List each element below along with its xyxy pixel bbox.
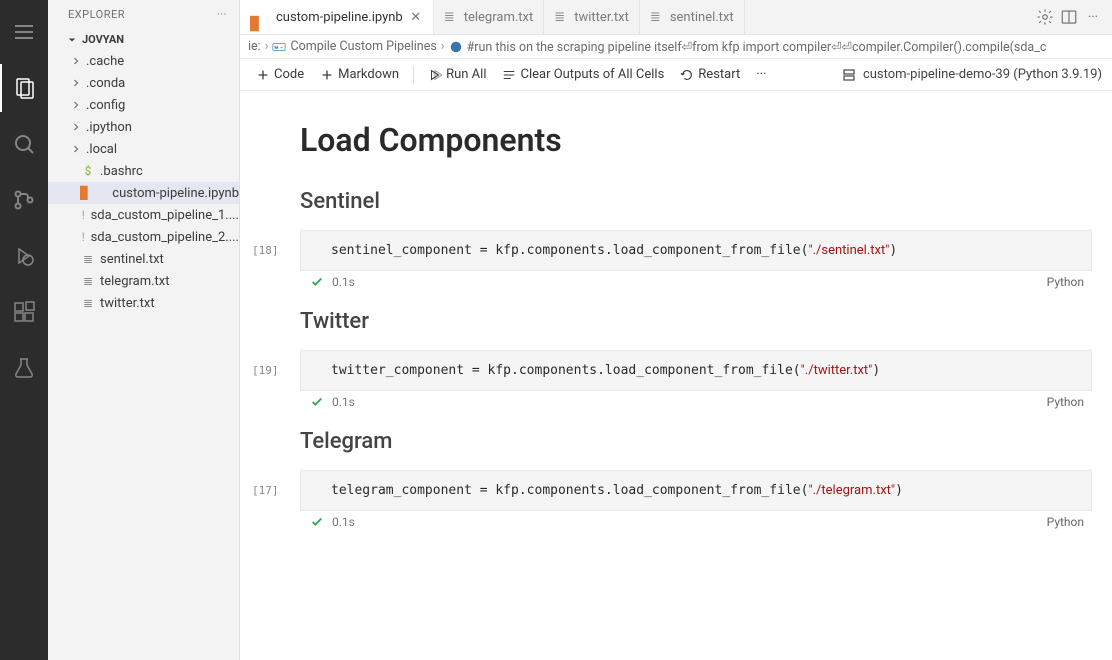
file-item[interactable]: ≣sentinel.txt (48, 248, 239, 270)
close-icon[interactable]: ✕ (409, 10, 423, 24)
file-label: sda_custom_pipeline_2.... (91, 230, 239, 245)
gear-icon[interactable] (1036, 8, 1054, 26)
code-block[interactable]: twitter_component = kfp.components.load_… (300, 350, 1092, 391)
cell-footer: 0.1s Python (300, 391, 1092, 409)
kernel-label: custom-pipeline-demo-39 (Python 3.9.19) (863, 67, 1102, 82)
cell-time: 0.1s (332, 275, 355, 289)
sidebar-section[interactable]: JOVYAN (48, 29, 239, 50)
main: ▉custom-pipeline.ipynb✕≣telegram.txt≣twi… (240, 0, 1112, 660)
toolbar-more-button[interactable]: ··· (750, 65, 772, 84)
split-icon[interactable] (1060, 8, 1078, 26)
file-label: .ipython (86, 120, 132, 135)
heading-1: Load Components (300, 121, 1092, 159)
server-icon (841, 67, 857, 83)
cell-lang: Python (1047, 395, 1084, 409)
clear-outputs-button[interactable]: Clear Outputs of All Cells (496, 65, 670, 84)
sidebar-header: EXPLORER ··· (48, 0, 239, 29)
cell-lang: Python (1047, 275, 1084, 289)
check-icon (310, 395, 324, 409)
folder-item[interactable]: .cache (48, 50, 239, 72)
code-cell[interactable]: [19]twitter_component = kfp.components.l… (300, 350, 1092, 409)
file-item[interactable]: !sda_custom_pipeline_2.... (48, 226, 239, 248)
folder-item[interactable]: .ipython (48, 116, 239, 138)
code-block[interactable]: sentinel_component = kfp.components.load… (300, 230, 1092, 271)
file-item[interactable]: ≣telegram.txt (48, 270, 239, 292)
tabs: ▉custom-pipeline.ipynb✕≣telegram.txt≣twi… (240, 0, 1112, 35)
file-item[interactable]: ≣twitter.txt (48, 292, 239, 314)
more-icon[interactable]: ··· (1084, 8, 1102, 26)
cell-index: [19] (252, 364, 279, 377)
activity-bar (0, 0, 48, 660)
tab[interactable]: ▉custom-pipeline.ipynb✕ (240, 0, 434, 34)
file-label: .cache (86, 54, 124, 69)
heading-2: Twitter (300, 309, 1092, 334)
folder-item[interactable]: .config (48, 94, 239, 116)
run-all-button[interactable]: Run All (422, 65, 492, 84)
sidebar-title: EXPLORER (68, 8, 125, 21)
sidebar: EXPLORER ··· JOVYAN .cache .conda .config.… (48, 0, 240, 660)
search-icon[interactable] (0, 120, 48, 168)
code-cell[interactable]: [17]telegram_component = kfp.components.… (300, 470, 1092, 529)
tab-label: custom-pipeline.ipynb (276, 10, 403, 25)
notebook-body: Load Components Sentinel[18]sentinel_com… (240, 91, 1112, 660)
check-icon (310, 515, 324, 529)
heading-2: Telegram (300, 429, 1092, 454)
divider (413, 66, 414, 84)
cell-lang: Python (1047, 515, 1084, 529)
file-label: .config (86, 98, 125, 113)
file-label: twitter.txt (100, 296, 155, 311)
file-item[interactable]: $.bashrc (48, 160, 239, 182)
tabs-actions: ··· (1026, 0, 1112, 34)
menu-icon[interactable] (0, 8, 48, 56)
cell-index: [17] (252, 484, 279, 497)
beaker-icon[interactable] (0, 344, 48, 392)
add-markdown-button[interactable]: Markdown (314, 65, 405, 84)
run-debug-icon[interactable] (0, 232, 48, 280)
breadcrumb-item[interactable]: #run this on the scraping pipeline itsel… (467, 39, 1047, 55)
tab[interactable]: ≣twitter.txt (544, 0, 640, 34)
folder-item[interactable]: .local (48, 138, 239, 160)
breadcrumb[interactable]: ie: › Compile Custom Pipelines › #run th… (240, 35, 1112, 59)
explorer-icon[interactable] (0, 64, 48, 112)
kernel-selector[interactable]: custom-pipeline-demo-39 (Python 3.9.19) (841, 67, 1102, 83)
cell-time: 0.1s (332, 515, 355, 529)
file-label: sentinel.txt (100, 252, 164, 267)
tab[interactable]: ≣telegram.txt (434, 0, 545, 34)
sidebar-section-label: JOVYAN (82, 33, 124, 46)
breadcrumb-item[interactable]: Compile Custom Pipelines (290, 39, 436, 54)
extensions-icon[interactable] (0, 288, 48, 336)
file-label: .local (86, 142, 117, 157)
folder-item[interactable]: .conda (48, 72, 239, 94)
add-code-button[interactable]: Code (250, 65, 310, 84)
source-control-icon[interactable] (0, 176, 48, 224)
chevron-right-icon: › (265, 39, 269, 54)
cell-index: [18] (252, 244, 279, 257)
cell-footer: 0.1s Python (300, 511, 1092, 529)
file-item[interactable]: ▉custom-pipeline.ipynb (48, 182, 239, 204)
file-label: .conda (86, 76, 125, 91)
notebook-toolbar: Code Markdown Run All Clear Outputs of A… (240, 59, 1112, 91)
heading-2: Sentinel (300, 189, 1092, 214)
file-tree: .cache .conda .config .ipython .local $.bashr… (48, 50, 239, 660)
markdown-icon (272, 40, 286, 54)
tab-label: twitter.txt (574, 10, 629, 25)
restart-button[interactable]: Restart (674, 65, 746, 84)
breadcrumb-prefix: ie: (248, 39, 261, 54)
tab-label: sentinel.txt (670, 10, 734, 25)
file-label: custom-pipeline.ipynb (112, 186, 239, 201)
code-block[interactable]: telegram_component = kfp.components.load… (300, 470, 1092, 511)
cell-time: 0.1s (332, 395, 355, 409)
check-icon (310, 275, 324, 289)
chevron-right-icon: › (441, 39, 445, 54)
file-label: telegram.txt (100, 274, 170, 289)
cell-footer: 0.1s Python (300, 271, 1092, 289)
tab-label: telegram.txt (464, 10, 534, 25)
chevron-down-icon (66, 34, 78, 46)
file-item[interactable]: !sda_custom_pipeline_1.... (48, 204, 239, 226)
tab[interactable]: ≣sentinel.txt (640, 0, 745, 34)
file-label: sda_custom_pipeline_1.... (91, 208, 239, 223)
code-cell[interactable]: [18]sentinel_component = kfp.components.… (300, 230, 1092, 289)
python-icon (449, 40, 463, 54)
sidebar-more-icon[interactable]: ··· (217, 8, 227, 21)
